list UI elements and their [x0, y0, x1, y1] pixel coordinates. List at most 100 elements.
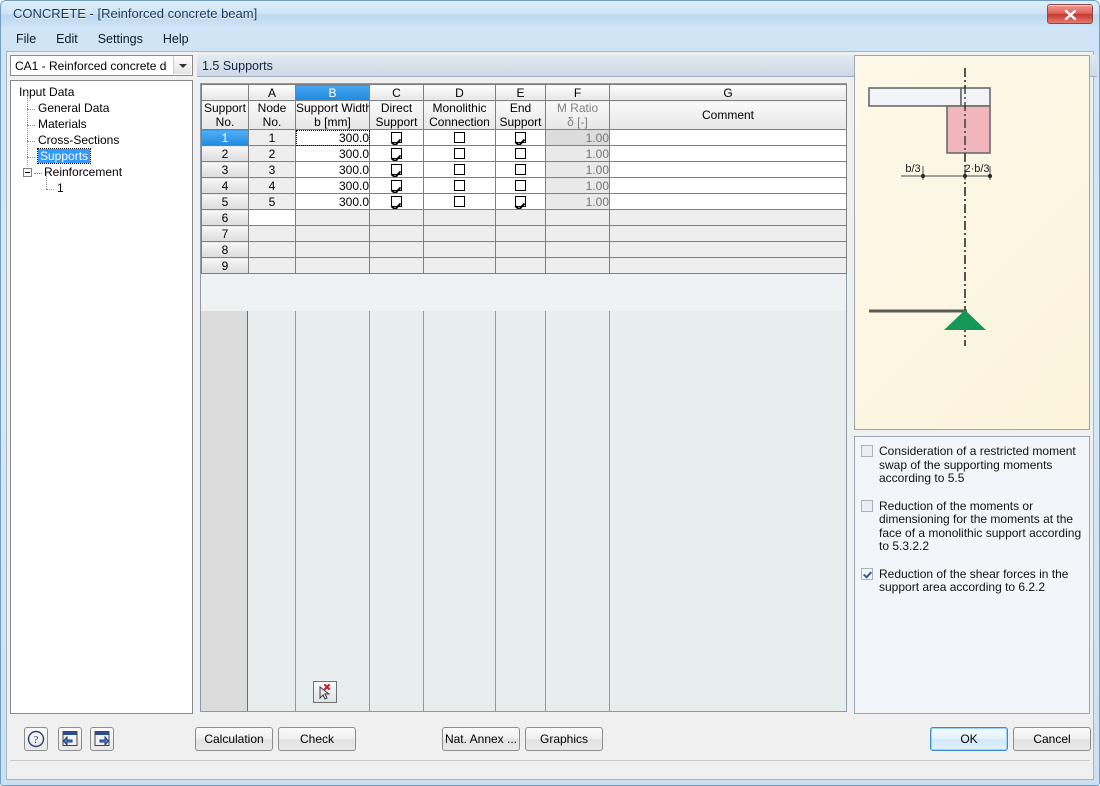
- sidebar-item-supports[interactable]: Supports: [15, 141, 192, 165]
- close-button[interactable]: [1047, 4, 1093, 24]
- cell-monolithic-connection[interactable]: [423, 145, 496, 162]
- row-header[interactable]: 8: [201, 241, 249, 258]
- table-empty-area[interactable]: [201, 311, 846, 711]
- cell-support-width[interactable]: 300.0: [295, 161, 370, 178]
- cell-monolithic-connection[interactable]: [423, 225, 496, 242]
- cell-node-no[interactable]: [248, 209, 296, 226]
- cell-direct-support[interactable]: [369, 193, 424, 210]
- checkbox-end-support[interactable]: [515, 131, 526, 143]
- menu-item-help[interactable]: Help: [153, 29, 199, 49]
- cancel-button[interactable]: Cancel: [1013, 727, 1091, 751]
- checkbox-monolithic-connection[interactable]: [454, 179, 465, 191]
- cell-direct-support[interactable]: [369, 241, 424, 258]
- cell-node-no[interactable]: 5: [248, 193, 296, 210]
- menu-item-edit[interactable]: Edit: [46, 29, 88, 49]
- cell-m-ratio[interactable]: [545, 225, 610, 242]
- checkbox-direct-support[interactable]: [391, 163, 402, 175]
- cell-comment[interactable]: [609, 225, 847, 242]
- design-case-combo[interactable]: CA1 - Reinforced concrete desi: [10, 55, 193, 76]
- cell-direct-support[interactable]: [369, 177, 424, 194]
- col-letter-g[interactable]: G: [609, 84, 847, 101]
- table-row[interactable]: 6: [201, 209, 847, 226]
- cell-end-support[interactable]: [495, 193, 546, 210]
- checkbox-monolithic-connection[interactable]: [454, 147, 465, 159]
- cell-monolithic-connection[interactable]: [423, 193, 496, 210]
- cell-monolithic-connection[interactable]: [423, 241, 496, 258]
- row-header[interactable]: 5: [201, 193, 249, 210]
- cell-m-ratio[interactable]: [545, 241, 610, 258]
- table-row[interactable]: 7: [201, 225, 847, 242]
- cell-support-width[interactable]: [295, 225, 370, 242]
- row-header[interactable]: 7: [201, 225, 249, 242]
- checkbox-monolithic-connection[interactable]: [454, 195, 465, 207]
- cell-monolithic-connection[interactable]: [423, 129, 496, 146]
- row-header[interactable]: 9: [201, 257, 249, 274]
- checkbox-reduction-of-moments[interactable]: [861, 499, 873, 512]
- col-letter-c[interactable]: C: [369, 84, 424, 101]
- table-row[interactable]: 5 5 300.0 1.00: [201, 193, 847, 210]
- checkbox-direct-support[interactable]: [391, 195, 402, 207]
- cell-end-support[interactable]: [495, 145, 546, 162]
- sidebar-item-reinforcement-1[interactable]: 1: [15, 173, 192, 197]
- cell-end-support[interactable]: [495, 177, 546, 194]
- cell-end-support[interactable]: [495, 225, 546, 242]
- checkbox-end-support[interactable]: [515, 163, 526, 175]
- cell-comment[interactable]: [609, 161, 847, 178]
- checkbox-restricted-moment-swap[interactable]: [861, 445, 873, 457]
- tree-root-input-data[interactable]: Input Data: [15, 85, 192, 101]
- menu-item-settings[interactable]: Settings: [88, 29, 153, 49]
- cell-direct-support[interactable]: [369, 145, 424, 162]
- table-row[interactable]: 2 2 300.0 1.00: [201, 145, 847, 162]
- col-letter-a[interactable]: A: [248, 84, 296, 101]
- cell-comment[interactable]: [609, 177, 847, 194]
- cell-m-ratio[interactable]: [545, 209, 610, 226]
- checkbox-monolithic-connection[interactable]: [454, 131, 465, 143]
- cell-support-width[interactable]: 300.0: [295, 129, 370, 146]
- cell-comment[interactable]: [609, 129, 847, 146]
- table-row[interactable]: 4 4 300.0 1.00: [201, 177, 847, 194]
- sidebar-item-reinforcement[interactable]: Reinforcement: [15, 157, 192, 181]
- calculation-button[interactable]: Calculation: [195, 727, 273, 751]
- cell-monolithic-connection[interactable]: [423, 177, 496, 194]
- cell-monolithic-connection[interactable]: [423, 209, 496, 226]
- cell-support-width[interactable]: 300.0: [295, 193, 370, 210]
- cell-node-no[interactable]: 4: [248, 177, 296, 194]
- cell-comment[interactable]: [609, 241, 847, 258]
- checkbox-direct-support[interactable]: [391, 131, 402, 143]
- cell-direct-support[interactable]: [369, 129, 424, 146]
- cell-support-width[interactable]: [295, 241, 370, 258]
- cell-monolithic-connection[interactable]: [423, 257, 496, 274]
- chevron-down-icon[interactable]: [173, 57, 191, 74]
- cell-end-support[interactable]: [495, 209, 546, 226]
- checkbox-end-support[interactable]: [515, 195, 526, 207]
- table-row[interactable]: 1 1 300.0 1.00: [201, 129, 847, 146]
- option-reduction-of-shear-forces[interactable]: Reduction of the shear forces in the sup…: [861, 567, 1083, 595]
- graphics-button[interactable]: Graphics: [525, 727, 603, 751]
- cell-comment[interactable]: [609, 209, 847, 226]
- row-header[interactable]: 4: [201, 177, 249, 194]
- row-header[interactable]: 3: [201, 161, 249, 178]
- cell-node-no[interactable]: [248, 225, 296, 242]
- sidebar-item-general-data[interactable]: General Data: [15, 93, 192, 117]
- cell-end-support[interactable]: [495, 129, 546, 146]
- cell-m-ratio[interactable]: [545, 257, 610, 274]
- collapse-expander-icon[interactable]: [23, 168, 32, 177]
- cell-node-no[interactable]: 1: [248, 129, 296, 146]
- col-letter-d[interactable]: D: [423, 84, 496, 101]
- cell-monolithic-connection[interactable]: [423, 161, 496, 178]
- cell-node-no[interactable]: [248, 257, 296, 274]
- row-header[interactable]: 1: [201, 129, 249, 146]
- cell-support-width[interactable]: 300.0: [295, 177, 370, 194]
- check-button[interactable]: Check: [278, 727, 356, 751]
- table-row[interactable]: 9: [201, 257, 847, 274]
- pick-node-button[interactable]: [313, 681, 337, 703]
- cell-comment[interactable]: [609, 145, 847, 162]
- nat-annex-button[interactable]: Nat. Annex ...: [442, 727, 520, 751]
- cell-end-support[interactable]: [495, 241, 546, 258]
- table-row[interactable]: 3 3 300.0 1.00: [201, 161, 847, 178]
- cell-support-width[interactable]: [295, 257, 370, 274]
- cell-end-support[interactable]: [495, 257, 546, 274]
- row-header[interactable]: 6: [201, 209, 249, 226]
- next-button[interactable]: [90, 727, 114, 751]
- cell-direct-support[interactable]: [369, 225, 424, 242]
